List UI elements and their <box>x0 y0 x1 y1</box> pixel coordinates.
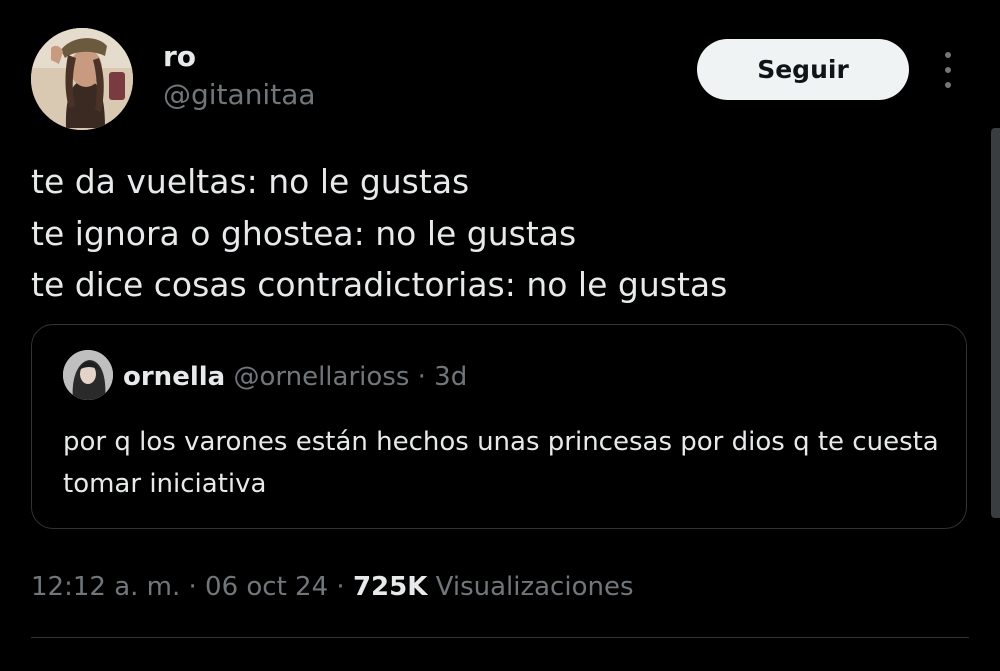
meta-separator: · <box>188 572 197 602</box>
tweet-time[interactable]: 12:12 a. m. <box>31 572 180 602</box>
views-count: 725K <box>352 572 428 602</box>
author-handle[interactable]: @gitanitaa <box>163 78 316 112</box>
author-avatar[interactable] <box>31 28 133 130</box>
quoted-author-avatar[interactable] <box>63 350 113 400</box>
quoted-author-name[interactable]: ornella <box>123 362 225 392</box>
quoted-tweet-card[interactable]: ornella @ornellarioss · 3d por q los var… <box>31 324 967 529</box>
scrollbar[interactable] <box>991 128 1000 518</box>
quoted-timestamp[interactable]: 3d <box>434 362 467 392</box>
quoted-avatar-photo <box>63 350 113 400</box>
more-options-icon[interactable] <box>938 52 958 88</box>
tweet-text: te da vueltas: no le gustas te ignora o … <box>31 156 727 311</box>
quoted-separator: · <box>417 362 426 392</box>
author-avatar-photo <box>31 28 133 130</box>
quoted-tweet-header: ornella @ornellarioss · 3d <box>123 361 467 393</box>
tweet-meta: 12:12 a. m. · 06 oct 24 · 725K Visualiza… <box>31 569 634 605</box>
more-dot <box>945 82 951 88</box>
follow-button[interactable]: Seguir <box>697 39 909 100</box>
more-dot <box>945 52 951 58</box>
more-dot <box>945 67 951 73</box>
quoted-author-handle[interactable]: @ornellarioss <box>233 362 409 392</box>
views-label: Visualizaciones <box>435 572 634 602</box>
tweet-line: te dice cosas contradictorias: no le gus… <box>31 265 728 304</box>
author-display-name[interactable]: ro <box>163 40 196 74</box>
tweet-line: te ignora o ghostea: no le gustas <box>31 213 577 253</box>
meta-separator: · <box>336 572 345 602</box>
tweet-date[interactable]: 06 oct 24 <box>205 572 328 602</box>
quoted-tweet-text: por q los varones están hechos unas prin… <box>63 427 939 499</box>
divider <box>31 637 969 638</box>
tweet-line: te da vueltas: no le gustas <box>31 162 470 201</box>
